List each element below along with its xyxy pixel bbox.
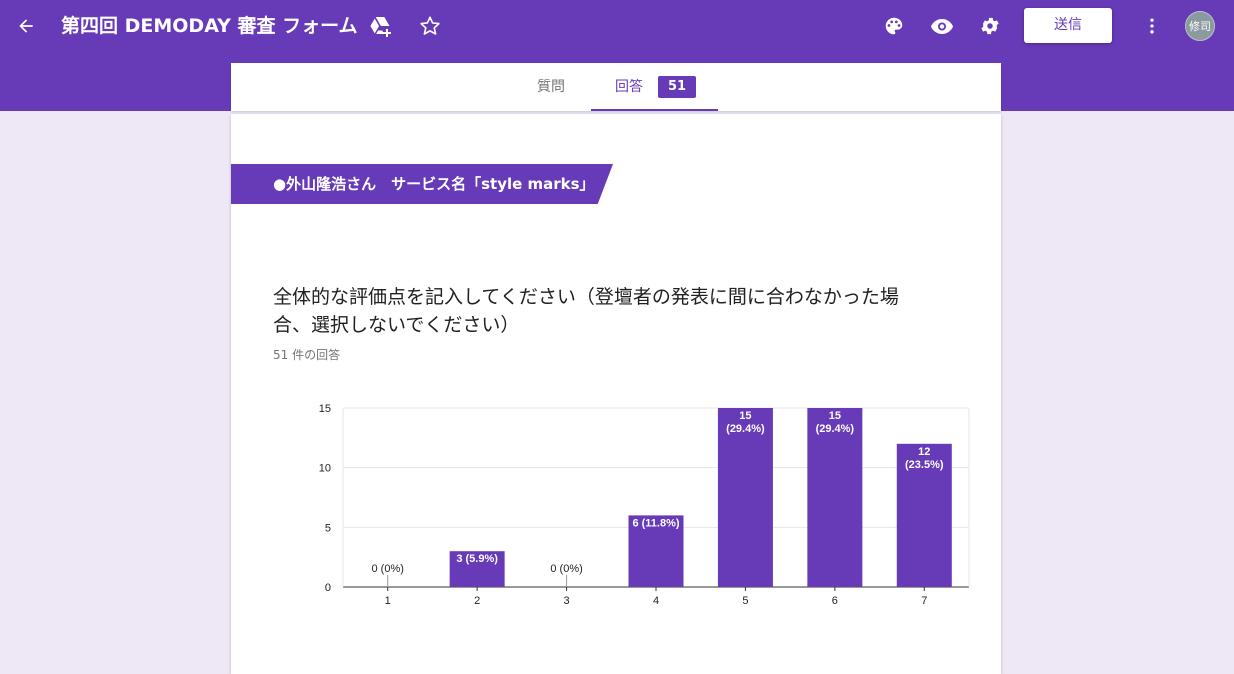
question-title: 全体的な評価点を記入してください（登壇者の発表に間に合わなかった場合、選択しない… bbox=[273, 286, 899, 336]
y-tick-label: 15 bbox=[319, 403, 331, 415]
bar-data-label: 0 (0%) bbox=[372, 563, 404, 575]
bar-data-label: (29.4%) bbox=[726, 423, 765, 435]
bar-data-label: 0 (0%) bbox=[550, 563, 582, 575]
section-title: ●外山隆浩さん サービス名「style marks」 bbox=[273, 175, 595, 193]
tab-responses[interactable]: 回答 51 bbox=[591, 63, 718, 111]
bar-chart-svg: 0 5 10 15 1 0 (0%) 2 3 (5.9%) 3 0 (0%) 4 6 (11.8%) 5… bbox=[319, 403, 970, 607]
tab-responses-label: 回答 bbox=[615, 79, 643, 95]
x-tick-label: 1 bbox=[385, 595, 391, 607]
x-tick-label: 3 bbox=[564, 595, 570, 607]
star-icon[interactable] bbox=[414, 10, 446, 42]
bar-data-label: (23.5%) bbox=[905, 459, 944, 471]
x-tick-label: 4 bbox=[653, 595, 659, 607]
bar-data-label: 3 (5.9%) bbox=[456, 553, 498, 565]
responses-count-badge: 51 bbox=[658, 76, 697, 98]
y-tick-label: 0 bbox=[325, 582, 331, 594]
back-arrow-icon[interactable] bbox=[10, 10, 42, 42]
bar-data-label: 12 bbox=[918, 446, 930, 458]
more-vert-icon[interactable] bbox=[1136, 10, 1168, 42]
bar-chart: 0 5 10 15 1 0 (0%) 2 3 (5.9%) 3 0 (0%) 4 6 (11.8%) 5… bbox=[231, 384, 1001, 614]
tabs-bar: 質問 回答 51 bbox=[231, 63, 1001, 111]
section-header-banner: ●外山隆浩さん サービス名「style marks」 bbox=[231, 164, 613, 204]
add-to-drive-icon[interactable] bbox=[364, 10, 396, 42]
preview-eye-icon[interactable] bbox=[926, 10, 958, 42]
x-tick-label: 5 bbox=[742, 595, 748, 607]
x-tick-label: 7 bbox=[921, 595, 927, 607]
send-button[interactable]: 送信 bbox=[1024, 8, 1112, 43]
y-tick-label: 10 bbox=[319, 463, 331, 475]
response-count-text: 51 件の回答 bbox=[273, 348, 341, 362]
form-title[interactable]: 第四回 DEMODAY 審査 フォーム bbox=[61, 12, 358, 40]
tab-questions[interactable]: 質問 bbox=[511, 63, 591, 111]
bar-data-label: 6 (11.8%) bbox=[632, 517, 679, 529]
bar-data-label: 15 bbox=[739, 410, 751, 422]
color-palette-icon[interactable] bbox=[878, 10, 910, 42]
bar-data-label: 15 bbox=[829, 410, 841, 422]
account-avatar[interactable]: 修司 bbox=[1185, 11, 1215, 41]
y-tick-label: 5 bbox=[325, 522, 331, 534]
settings-gear-icon[interactable] bbox=[974, 10, 1006, 42]
active-tab-indicator bbox=[591, 109, 718, 111]
bar-data-label: (29.4%) bbox=[816, 423, 855, 435]
x-tick-label: 2 bbox=[474, 595, 480, 607]
x-tick-label: 6 bbox=[832, 595, 838, 607]
responses-summary-card: ●外山隆浩さん サービス名「style marks」 全体的な評価点を記入してく… bbox=[231, 114, 1001, 674]
